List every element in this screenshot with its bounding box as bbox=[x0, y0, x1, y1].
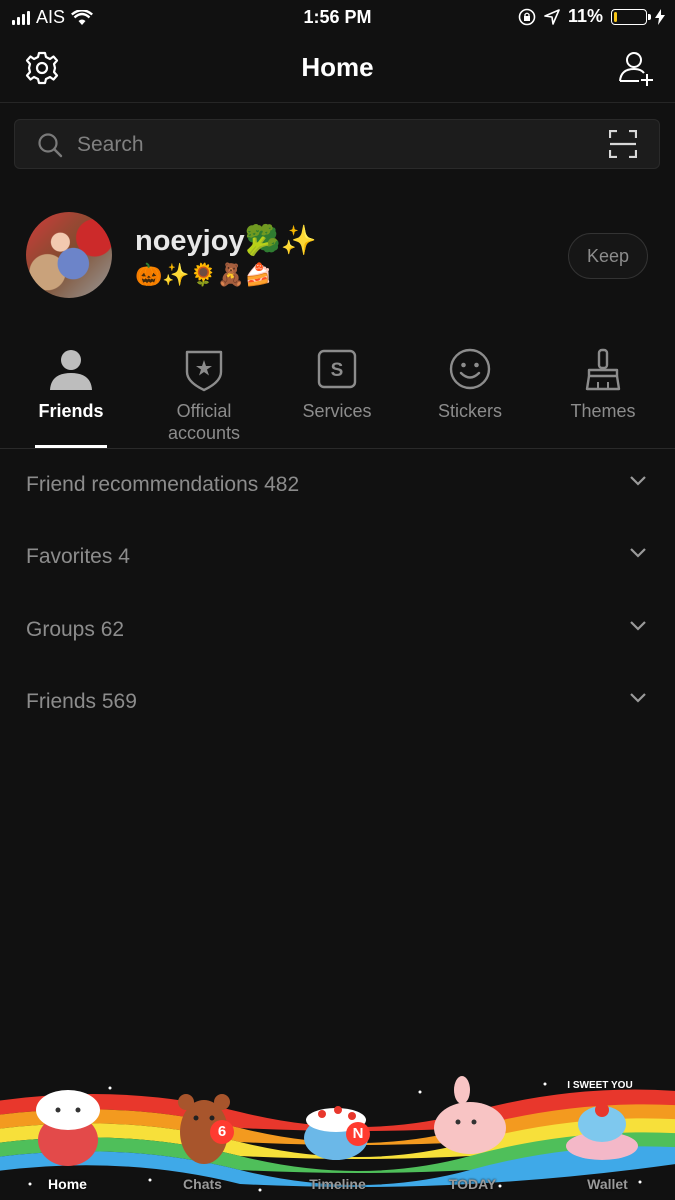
nav-label: Home bbox=[48, 1176, 87, 1192]
location-arrow-icon bbox=[544, 8, 560, 25]
tab-official-accounts[interactable]: Official accounts bbox=[139, 340, 269, 448]
new-badge: N bbox=[346, 1122, 370, 1146]
status-bar: AIS 1:56 PM 11% bbox=[0, 0, 675, 36]
list-item-friends[interactable]: Friends 569 bbox=[0, 666, 675, 738]
nav-label: Timeline bbox=[309, 1176, 366, 1192]
nav-label: Chats bbox=[183, 1176, 222, 1192]
charging-bolt-icon bbox=[655, 8, 665, 25]
nav-home[interactable]: Home bbox=[0, 1082, 135, 1192]
tab-themes[interactable]: Themes bbox=[538, 340, 668, 448]
battery-level bbox=[614, 11, 617, 22]
status-right: 11% bbox=[518, 6, 665, 27]
qr-scan-icon[interactable] bbox=[609, 130, 637, 158]
bottom-nav: I SWEET YOU Home 6 Chats N Timeline TODA… bbox=[0, 1072, 675, 1200]
search-icon bbox=[38, 133, 63, 158]
list-item-label: Groups 62 bbox=[26, 618, 125, 641]
tab-services[interactable]: S Services bbox=[272, 340, 402, 448]
page-title: Home bbox=[301, 52, 374, 82]
svg-text:S: S bbox=[331, 360, 344, 381]
shield-star-icon bbox=[185, 350, 223, 392]
search-input[interactable] bbox=[75, 130, 579, 160]
list-item-label: Friends 569 bbox=[26, 690, 137, 713]
nav-chats[interactable]: 6 Chats bbox=[135, 1082, 270, 1192]
tab-label: Stickers bbox=[437, 401, 502, 421]
list-item-label: Friend recommendations 482 bbox=[26, 473, 300, 496]
nav-label: TODAY bbox=[448, 1176, 497, 1192]
smiley-icon bbox=[449, 348, 491, 390]
list-item-friend-recommendations[interactable]: Friend recommendations 482 bbox=[0, 449, 675, 521]
tab-label: Services bbox=[302, 401, 372, 421]
brush-icon bbox=[585, 348, 621, 391]
profile-name[interactable]: noeyjoy🥦✨ bbox=[135, 224, 317, 258]
nav-label: Wallet bbox=[587, 1176, 628, 1192]
active-tab-indicator bbox=[35, 445, 107, 448]
chevron-down-icon bbox=[630, 621, 646, 631]
tab-label: Official accounts bbox=[167, 401, 241, 443]
chevron-down-icon bbox=[630, 693, 646, 703]
search-bar[interactable] bbox=[14, 119, 660, 169]
list-item-groups[interactable]: Groups 62 bbox=[0, 594, 675, 666]
add-friend-icon[interactable] bbox=[617, 48, 657, 88]
home-tabs: Friends Official accounts S Services Sti… bbox=[0, 340, 675, 449]
avatar[interactable] bbox=[26, 212, 112, 298]
chevron-down-icon bbox=[630, 548, 646, 558]
tab-label: Themes bbox=[570, 401, 636, 421]
person-icon bbox=[50, 350, 92, 390]
nav-timeline[interactable]: N Timeline bbox=[270, 1082, 405, 1192]
battery-icon bbox=[611, 8, 651, 25]
rotation-lock-icon bbox=[518, 8, 536, 25]
chevron-down-icon bbox=[630, 476, 646, 486]
keep-button[interactable]: Keep bbox=[568, 233, 648, 279]
header: Home bbox=[0, 36, 675, 103]
list-item-label: Favorites 4 bbox=[26, 545, 130, 568]
services-icon: S bbox=[317, 349, 357, 389]
nav-today[interactable]: TODAY bbox=[405, 1082, 540, 1192]
tab-friends[interactable]: Friends bbox=[6, 340, 136, 448]
tab-label: Friends bbox=[38, 401, 104, 421]
list-item-favorites[interactable]: Favorites 4 bbox=[0, 521, 675, 593]
unread-badge: 6 bbox=[210, 1120, 234, 1144]
battery-percent: 11% bbox=[567, 6, 603, 26]
profile-status-message: 🎃✨🌻🧸🍰 bbox=[135, 262, 272, 287]
nav-wallet[interactable]: Wallet bbox=[540, 1082, 675, 1192]
tab-stickers[interactable]: Stickers bbox=[405, 340, 535, 448]
